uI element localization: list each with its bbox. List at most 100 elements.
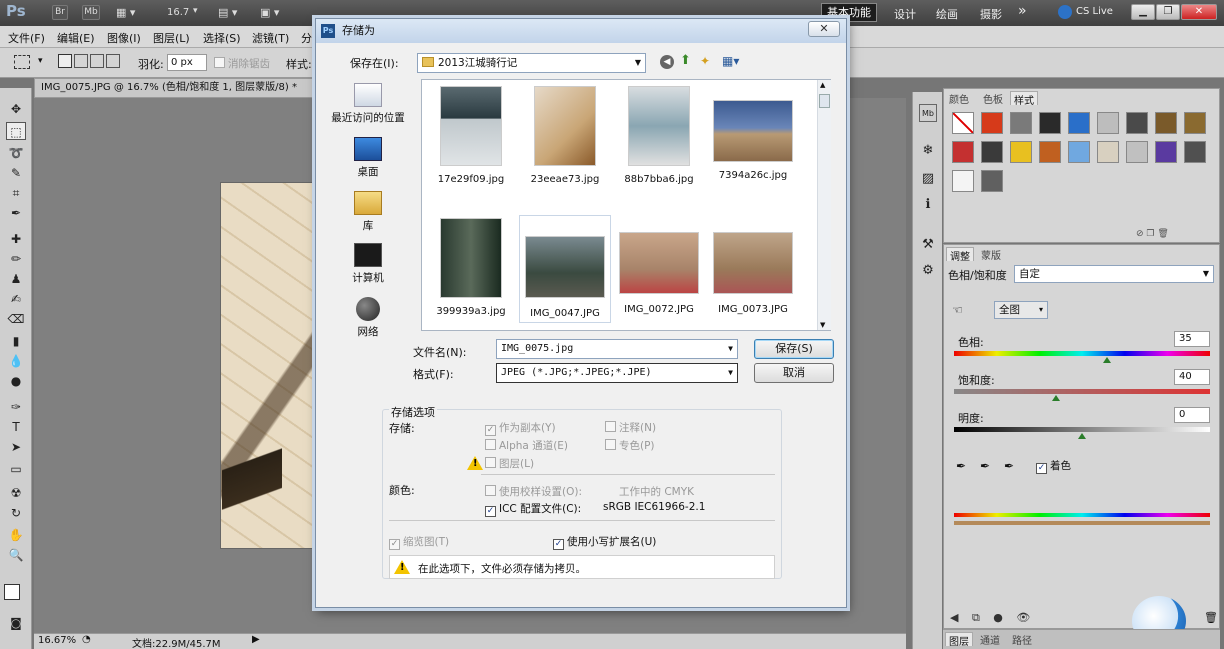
filename-input[interactable]: IMG_0075.jpg ▼ <box>496 339 738 359</box>
document-tab[interactable]: IMG_0075.JPG @ 16.7% (色相/饱和度 1, 图层蒙版/8) … <box>34 78 324 98</box>
type-tool-icon[interactable]: T <box>6 418 26 436</box>
tab-paths[interactable]: 路径 <box>1009 632 1035 647</box>
scroll-up-icon[interactable]: ▲ <box>820 81 825 89</box>
healing-brush-tool-icon[interactable]: ✚ <box>6 230 26 248</box>
hue-slider[interactable] <box>954 351 1210 356</box>
view-extras-icon[interactable]: ▦ ▾ <box>116 6 144 20</box>
adjustment-footer-icons[interactable]: ◀ ⧉ ● 👁 <box>950 611 1030 625</box>
style-swatch[interactable] <box>1126 112 1148 134</box>
status-menu-arrow-icon[interactable]: ▶ <box>252 634 260 645</box>
clone-source-icon[interactable]: ⚙ <box>919 262 937 280</box>
3d-rotate-tool-icon[interactable]: ☢ <box>6 484 26 502</box>
tab-channels[interactable]: 通道 <box>977 632 1003 647</box>
file-item[interactable]: IMG_0072.JPG <box>614 218 704 315</box>
hue-input[interactable]: 35 <box>1174 331 1210 347</box>
menu-image[interactable]: 图像(I) <box>107 30 141 46</box>
tab-swatches[interactable]: 色板 <box>980 91 1006 106</box>
scrollbar-thumb[interactable] <box>819 94 830 108</box>
file-item-selected[interactable]: IMG_0047.JPG <box>519 215 611 323</box>
dodge-tool-icon[interactable]: ● <box>6 372 26 390</box>
save-in-select[interactable]: 2013江城骑行记 ▼ <box>417 53 646 73</box>
zoom-level-field[interactable]: 16.7 <box>167 7 189 18</box>
icc-profile-checkbox[interactable]: ✓ ICC 配置文件(C): <box>485 501 581 517</box>
spot-colors-checkbox[interactable]: 专色(P) <box>605 438 655 453</box>
tab-masks[interactable]: 蒙版 <box>978 247 1004 262</box>
dialog-title-bar[interactable]: Ps 存储为 ✕ <box>316 19 846 43</box>
new-folder-icon[interactable]: ✦ <box>700 54 710 68</box>
view-menu-icon[interactable]: ▦▾ <box>722 54 739 68</box>
menu-edit[interactable]: 编辑(E) <box>57 30 95 46</box>
saturation-slider-thumb[interactable] <box>1052 395 1061 401</box>
clone-stamp-tool-icon[interactable]: ♟ <box>6 270 26 288</box>
styles-footer-icons[interactable]: ⊘ ❐ 🗑 <box>1136 229 1169 239</box>
cs-live-menu[interactable]: CS Live <box>1076 6 1113 17</box>
menu-analysis[interactable]: 分 <box>301 30 312 46</box>
cancel-button[interactable]: 取消 <box>754 363 834 383</box>
style-swatch[interactable] <box>1097 141 1119 163</box>
menu-file[interactable]: 文件(F) <box>8 30 45 46</box>
file-item[interactable]: 7394a26c.jpg <box>708 86 798 181</box>
workspace-photography[interactable]: 摄影 <box>980 6 1002 22</box>
zoom-dropdown-icon[interactable]: ▾ <box>193 6 198 16</box>
thumbnail-checkbox[interactable]: ✓ 缩览图(T) <box>389 534 449 550</box>
file-item[interactable]: 17e29f09.jpg <box>426 86 516 185</box>
blur-tool-icon[interactable]: 💧 <box>6 352 26 370</box>
lowercase-extension-checkbox[interactable]: ✓ 使用小写扩展名(U) <box>553 534 656 550</box>
edit-range-select[interactable]: 全图 ▾ <box>994 301 1048 319</box>
brush-tool-icon[interactable]: ✏ <box>6 250 26 268</box>
mini-bridge-button[interactable]: Mb <box>82 5 100 20</box>
place-desktop[interactable]: 桌面 <box>326 137 410 179</box>
style-swatch[interactable] <box>1039 112 1061 134</box>
screen-mode-icon[interactable]: ▣ ▾ <box>260 6 279 19</box>
crop-tool-icon[interactable]: ⌗ <box>6 184 26 202</box>
tab-styles[interactable]: 样式 <box>1010 91 1038 107</box>
style-swatch[interactable] <box>952 141 974 163</box>
eyedropper-plus-icon[interactable]: ✒ <box>980 459 990 473</box>
mini-bridge-panel-icon[interactable]: Mb <box>919 104 937 122</box>
delete-adjustment-icon[interactable]: 🗑 <box>1204 611 1218 624</box>
scroll-down-icon[interactable]: ▼ <box>820 321 825 329</box>
notes-checkbox[interactable]: 注释(N) <box>605 420 656 435</box>
style-swatch[interactable] <box>1155 112 1177 134</box>
subtract-selection-icon[interactable] <box>90 54 104 68</box>
path-selection-tool-icon[interactable]: ➤ <box>6 438 26 456</box>
move-tool-icon[interactable]: ✥ <box>6 100 26 118</box>
intersect-selection-icon[interactable] <box>106 54 120 68</box>
style-swatch[interactable] <box>981 141 1003 163</box>
file-item[interactable]: 23eeae73.jpg <box>520 86 610 185</box>
shape-tool-icon[interactable]: ▭ <box>6 460 26 478</box>
close-app-button[interactable]: ✕ <box>1181 4 1217 20</box>
hand-tool-icon[interactable]: ✋ <box>6 526 26 544</box>
targeted-adjust-icon[interactable]: ☜ <box>952 303 963 317</box>
format-select[interactable]: JPEG (*.JPG;*.JPEG;*.JPE) ▼ <box>496 363 738 383</box>
foreground-color-swatch[interactable] <box>4 584 20 600</box>
style-swatch[interactable] <box>981 112 1003 134</box>
preset-select[interactable]: 自定 ▼ <box>1014 265 1214 283</box>
colorize-checkbox[interactable]: ✓ 着色 <box>1036 458 1071 474</box>
use-proof-checkbox[interactable]: 使用校样设置(O): <box>485 484 582 499</box>
style-swatch[interactable] <box>1097 112 1119 134</box>
menu-layer[interactable]: 图层(L) <box>153 30 190 46</box>
histogram-panel-icon[interactable]: ▨ <box>919 170 937 188</box>
place-library[interactable]: 库 <box>326 191 410 233</box>
style-swatch[interactable] <box>952 170 974 192</box>
place-computer[interactable]: 计算机 <box>326 243 410 285</box>
style-swatch[interactable] <box>1126 141 1148 163</box>
eraser-tool-icon[interactable]: ⌫ <box>6 310 26 328</box>
bridge-button[interactable]: Br <box>52 5 68 20</box>
style-swatch[interactable] <box>1010 112 1032 134</box>
style-swatch[interactable] <box>1039 141 1061 163</box>
preset-dropdown-icon[interactable]: ▾ <box>38 56 43 66</box>
brush-presets-icon[interactable]: ⚒ <box>919 236 937 254</box>
new-selection-icon[interactable] <box>58 54 72 68</box>
workspace-design[interactable]: 设计 <box>894 6 916 22</box>
menu-filter[interactable]: 滤镜(T) <box>252 30 289 46</box>
history-brush-tool-icon[interactable]: ✍ <box>6 290 26 308</box>
place-recent[interactable]: 最近访问的位置 <box>326 83 410 125</box>
pen-tool-icon[interactable]: ✑ <box>6 398 26 416</box>
status-info-icon[interactable]: ◔ <box>82 634 91 645</box>
marquee-preset-icon[interactable] <box>14 55 30 69</box>
layers-checkbox[interactable]: 图层(L) <box>485 456 534 471</box>
lasso-tool-icon[interactable]: ➰ <box>6 144 26 162</box>
back-icon[interactable]: ◀ <box>660 55 674 69</box>
